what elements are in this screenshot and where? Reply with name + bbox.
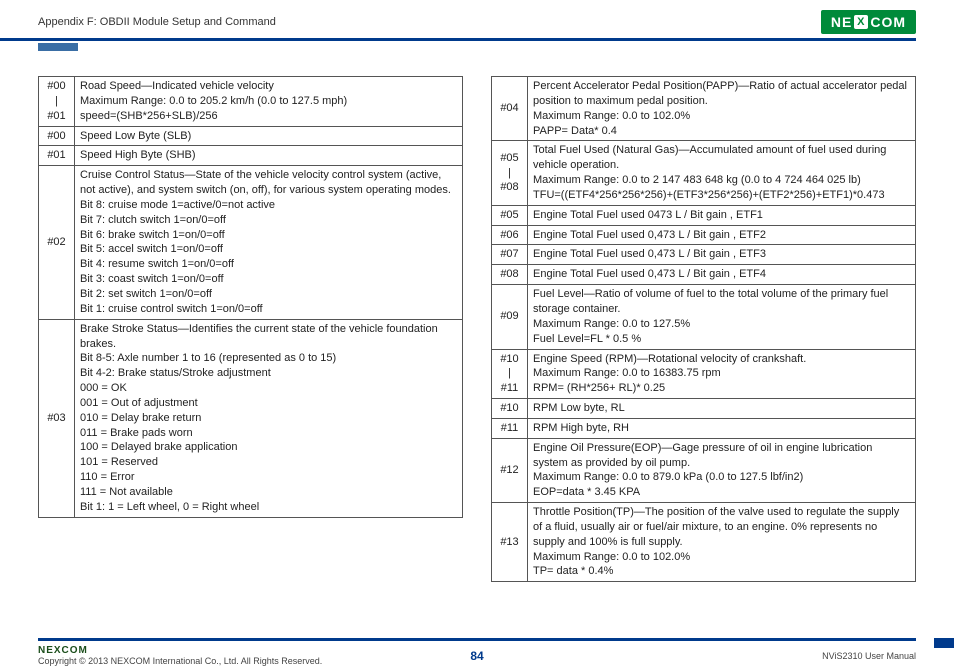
left-column: #00|#01Road Speed—Indicated vehicle velo… (38, 76, 463, 582)
footer-row: NEXCOM Copyright © 2013 NEXCOM Internati… (38, 645, 916, 666)
row-id: #06 (492, 225, 528, 245)
table-row: #05Engine Total Fuel used 0473 L / Bit g… (492, 205, 916, 225)
row-desc: Throttle Position(TP)—The position of th… (528, 503, 916, 582)
page-number: 84 (470, 649, 483, 663)
row-id: #08 (492, 265, 528, 285)
table-row: #10RPM Low byte, RL (492, 399, 916, 419)
right-table: #04Percent Accelerator Pedal Position(PA… (491, 76, 916, 582)
table-row: #01Speed High Byte (SHB) (39, 146, 463, 166)
footer-left: NEXCOM Copyright © 2013 NEXCOM Internati… (38, 645, 322, 666)
row-desc: Road Speed—Indicated vehicle velocityMax… (75, 77, 463, 127)
row-id: #00|#01 (39, 77, 75, 127)
content-area: #00|#01Road Speed—Indicated vehicle velo… (0, 42, 954, 592)
table-row: #08Engine Total Fuel used 0,473 L / Bit … (492, 265, 916, 285)
table-row: #11RPM High byte, RH (492, 418, 916, 438)
row-desc: Engine Total Fuel used 0,473 L / Bit gai… (528, 245, 916, 265)
row-id: #09 (492, 285, 528, 349)
right-column: #04Percent Accelerator Pedal Position(PA… (491, 76, 916, 582)
row-id: #03 (39, 319, 75, 517)
row-desc: Percent Accelerator Pedal Position(PAPP)… (528, 77, 916, 141)
row-id: #05|#08 (492, 141, 528, 205)
row-id: #07 (492, 245, 528, 265)
table-row: #12Engine Oil Pressure(EOP)—Gage pressur… (492, 438, 916, 502)
header-rule-accent (38, 43, 78, 51)
row-id: #13 (492, 503, 528, 582)
left-table: #00|#01Road Speed—Indicated vehicle velo… (38, 76, 463, 518)
row-desc: RPM Low byte, RL (528, 399, 916, 419)
row-desc: Engine Speed (RPM)—Rotational velocity o… (528, 349, 916, 399)
row-id: #11 (492, 418, 528, 438)
row-desc: Speed High Byte (SHB) (75, 146, 463, 166)
table-row: #00|#01Road Speed—Indicated vehicle velo… (39, 77, 463, 127)
table-row: #04Percent Accelerator Pedal Position(PA… (492, 77, 916, 141)
footer-rule (38, 638, 916, 641)
table-row: #02Cruise Control Status—State of the ve… (39, 166, 463, 319)
row-id: #05 (492, 205, 528, 225)
header-rule (38, 38, 916, 42)
logo-pre: NE (831, 14, 852, 30)
table-row: #06Engine Total Fuel used 0,473 L / Bit … (492, 225, 916, 245)
row-id: #01 (39, 146, 75, 166)
table-row: #07Engine Total Fuel used 0,473 L / Bit … (492, 245, 916, 265)
row-desc: Total Fuel Used (Natural Gas)—Accumulate… (528, 141, 916, 205)
logo-post: COM (870, 14, 906, 30)
row-id: #02 (39, 166, 75, 319)
row-desc: Speed Low Byte (SLB) (75, 126, 463, 146)
row-desc: Cruise Control Status—State of the vehic… (75, 166, 463, 319)
row-desc: Engine Total Fuel used 0,473 L / Bit gai… (528, 225, 916, 245)
row-desc: Engine Total Fuel used 0473 L / Bit gain… (528, 205, 916, 225)
table-row: #10|#11Engine Speed (RPM)—Rotational vel… (492, 349, 916, 399)
row-desc: Engine Total Fuel used 0,473 L / Bit gai… (528, 265, 916, 285)
row-desc: Brake Stroke Status—Identifies the curre… (75, 319, 463, 517)
row-id: #10|#11 (492, 349, 528, 399)
row-id: #12 (492, 438, 528, 502)
table-row: #13Throttle Position(TP)—The position of… (492, 503, 916, 582)
brand-logo: NE X COM (821, 10, 916, 34)
row-desc: Engine Oil Pressure(EOP)—Gage pressure o… (528, 438, 916, 502)
footer-logo: NEXCOM (38, 645, 88, 656)
table-row: #09Fuel Level—Ratio of volume of fuel to… (492, 285, 916, 349)
table-row: #05|#08Total Fuel Used (Natural Gas)—Acc… (492, 141, 916, 205)
footer-copyright: Copyright © 2013 NEXCOM International Co… (38, 656, 322, 666)
page-footer: NEXCOM Copyright © 2013 NEXCOM Internati… (0, 638, 954, 666)
table-row: #00Speed Low Byte (SLB) (39, 126, 463, 146)
header-title: Appendix F: OBDII Module Setup and Comma… (38, 16, 276, 28)
row-id: #10 (492, 399, 528, 419)
table-row: #03Brake Stroke Status—Identifies the cu… (39, 319, 463, 517)
logo-x: X (854, 15, 868, 29)
row-id: #04 (492, 77, 528, 141)
row-id: #00 (39, 126, 75, 146)
row-desc: RPM High byte, RH (528, 418, 916, 438)
page-header: Appendix F: OBDII Module Setup and Comma… (0, 0, 954, 38)
footer-manual: NViS2310 User Manual (822, 651, 916, 661)
row-desc: Fuel Level—Ratio of volume of fuel to th… (528, 285, 916, 349)
